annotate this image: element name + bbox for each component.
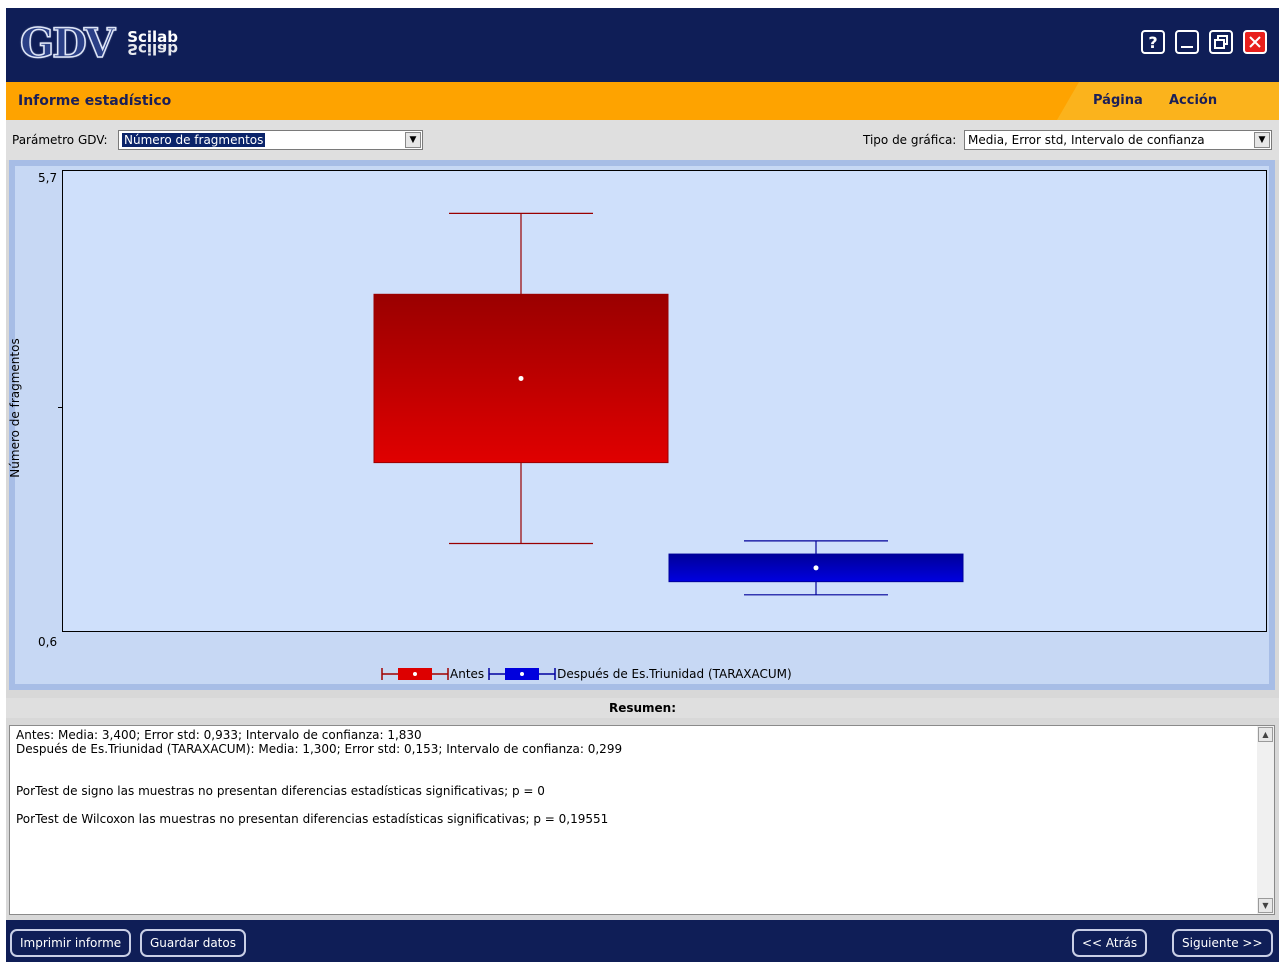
mean-point bbox=[813, 565, 819, 571]
help-button[interactable]: ? bbox=[1141, 30, 1165, 54]
chart-legend: Antes Después de Es.Triunidad (TARAXACUM… bbox=[381, 666, 792, 682]
y-tick-mid bbox=[58, 407, 62, 408]
restore-button[interactable] bbox=[1209, 30, 1233, 54]
minimize-button[interactable] bbox=[1175, 30, 1199, 54]
chevron-down-icon: ▼ bbox=[405, 132, 421, 148]
header-menu: Página Acción bbox=[1057, 82, 1279, 120]
box-chart bbox=[373, 212, 964, 596]
legend-swatch-antes bbox=[381, 668, 449, 680]
summary-line bbox=[16, 770, 622, 784]
logo-scilab: Scilab Scilab bbox=[127, 30, 179, 59]
summary-textarea[interactable]: Antes: Media: 3,400; Error std: 0,933; I… bbox=[9, 725, 1275, 915]
summary-scrollbar[interactable]: ▲ ▼ bbox=[1257, 726, 1274, 914]
parameter-bar: Parámetro GDV: Número de fragmentos ▼ Ti… bbox=[6, 120, 1279, 160]
param-select[interactable]: Número de fragmentos ▼ bbox=[118, 130, 423, 150]
summary-title: Resumen: bbox=[6, 698, 1279, 718]
scroll-up-icon[interactable]: ▲ bbox=[1258, 727, 1273, 742]
title-bar: GDV Scilab Scilab ? bbox=[6, 8, 1279, 82]
page-title: Informe estadístico bbox=[18, 93, 172, 109]
app-logo: GDV Scilab Scilab bbox=[19, 18, 179, 68]
chevron-down-icon: ▼ bbox=[1254, 132, 1270, 148]
y-axis-label: Número de fragmentos bbox=[8, 338, 22, 478]
summary-text: Antes: Media: 3,400; Error std: 0,933; I… bbox=[16, 728, 622, 826]
close-button[interactable] bbox=[1243, 30, 1267, 54]
y-tick-max: 5,7 bbox=[38, 171, 58, 185]
menu-pagina[interactable]: Página bbox=[1093, 93, 1143, 108]
param-label: Parámetro GDV: bbox=[12, 133, 108, 147]
legend-label-despues: Después de Es.Triunidad (TARAXACUM) bbox=[557, 667, 792, 681]
legend-swatch-despues bbox=[488, 668, 556, 680]
restore-icon bbox=[1214, 35, 1228, 49]
chart-type-label: Tipo de gráfica: bbox=[863, 133, 957, 147]
chart-type-select-value: Media, Error std, Intervalo de confianza bbox=[968, 133, 1205, 147]
mean-point bbox=[518, 375, 524, 381]
logo-scilab-reflection: Scilab bbox=[127, 40, 179, 58]
logo-gdv-text: GDV bbox=[19, 19, 116, 68]
legend-label-antes: Antes bbox=[450, 667, 485, 681]
chart-type-select[interactable]: Media, Error std, Intervalo de confianza… bbox=[964, 130, 1272, 150]
window-controls: ? bbox=[1141, 30, 1267, 54]
save-data-button[interactable]: Guardar datos bbox=[140, 929, 246, 957]
help-icon: ? bbox=[1148, 32, 1158, 52]
summary-line bbox=[16, 798, 622, 812]
back-button[interactable]: << Atrás bbox=[1072, 929, 1148, 957]
summary-line bbox=[16, 756, 622, 770]
summary-line: Después de Es.Triunidad (TARAXACUM): Med… bbox=[16, 742, 623, 756]
y-tick-min: 0,6 bbox=[38, 635, 58, 649]
summary-line: PorTest de signo las muestras no present… bbox=[16, 784, 545, 798]
print-report-button[interactable]: Imprimir informe bbox=[10, 929, 132, 957]
summary-line: Antes: Media: 3,400; Error std: 0,933; I… bbox=[16, 728, 422, 742]
scroll-down-icon[interactable]: ▼ bbox=[1258, 898, 1273, 913]
next-button[interactable]: Siguiente >> bbox=[1172, 929, 1273, 957]
plot-area bbox=[62, 170, 1267, 632]
close-icon bbox=[1249, 36, 1261, 48]
footer-bar: Imprimir informe Guardar datos << Atrás … bbox=[6, 920, 1279, 962]
minimize-icon bbox=[1181, 46, 1193, 48]
section-header: Informe estadístico Página Acción bbox=[6, 82, 1279, 120]
menu-accion[interactable]: Acción bbox=[1169, 93, 1217, 108]
param-select-value: Número de fragmentos bbox=[122, 133, 266, 147]
summary-line: PorTest de Wilcoxon las muestras no pres… bbox=[16, 812, 609, 826]
